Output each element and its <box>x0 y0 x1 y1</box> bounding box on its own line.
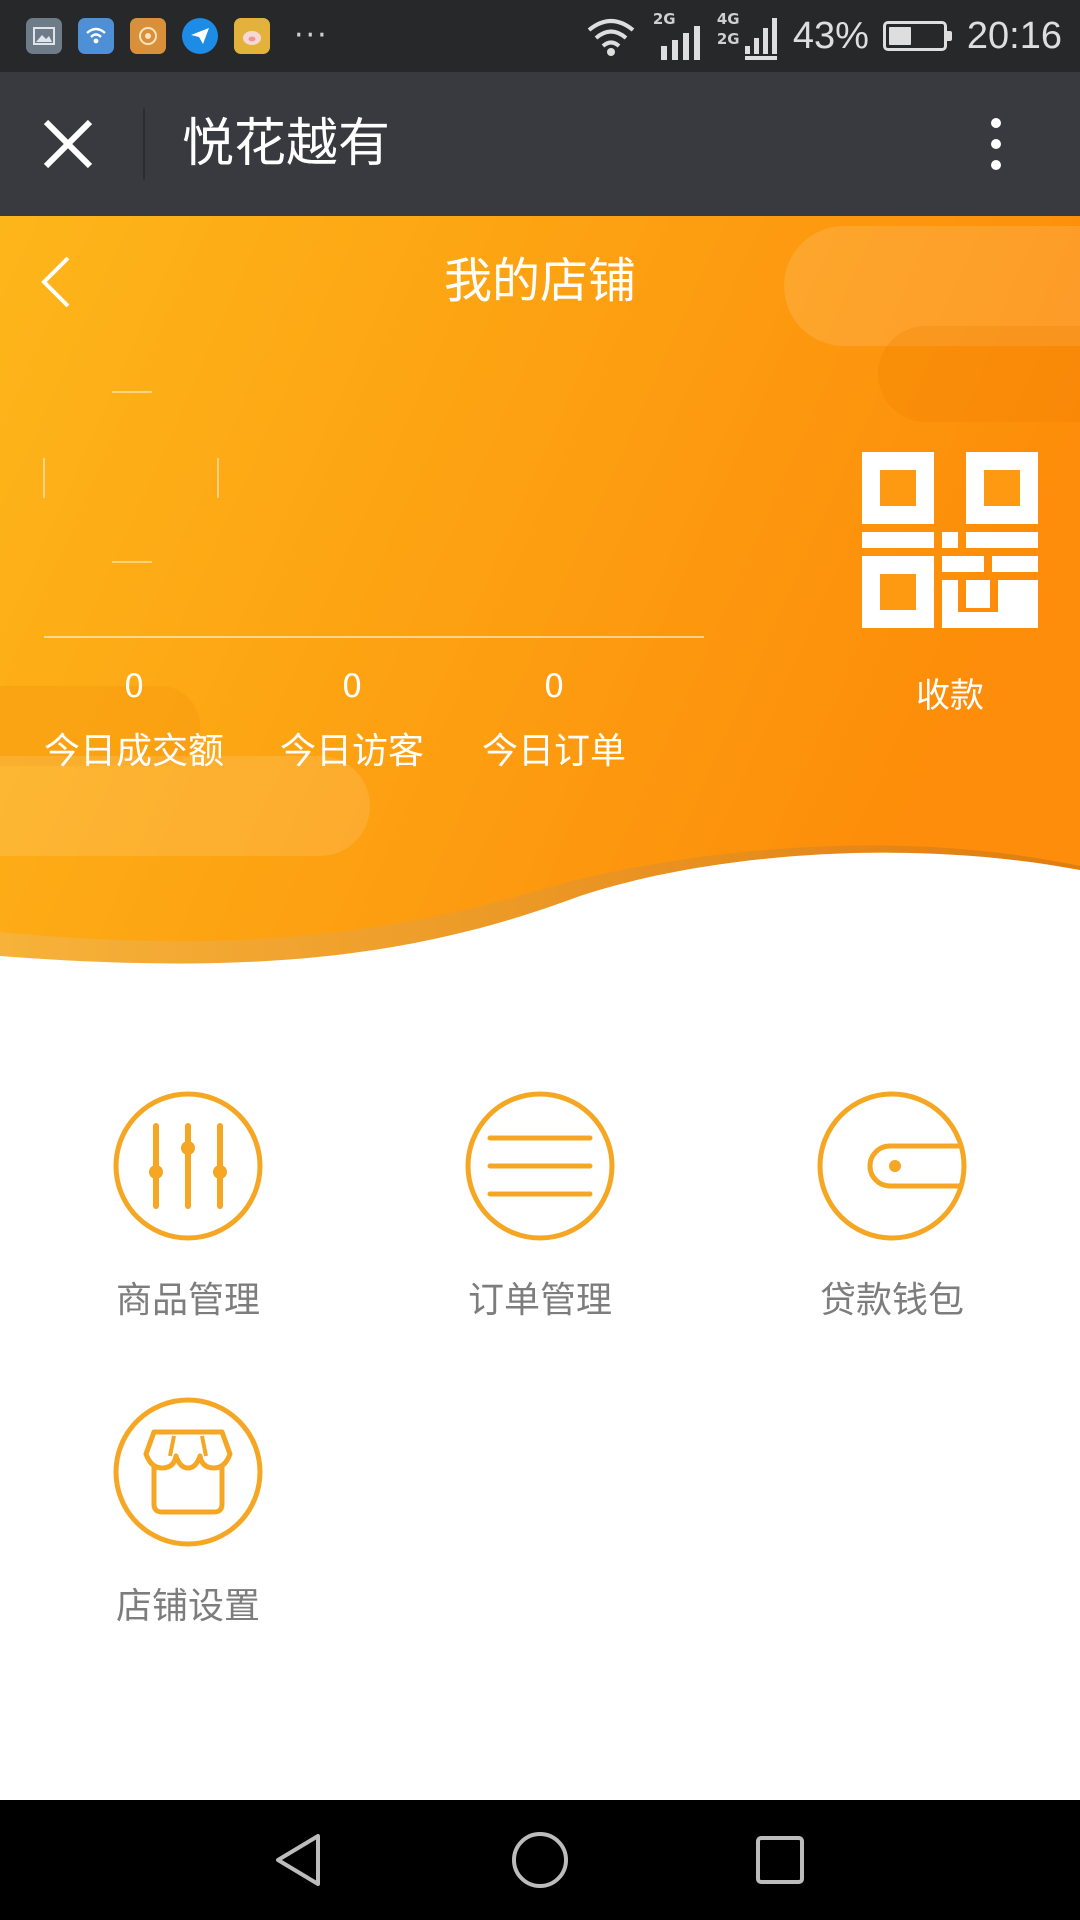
store-logo-placeholder <box>43 391 219 563</box>
menu-loan-wallet[interactable]: 贷款钱包 <box>762 1090 1022 1326</box>
menu-label: 商品管理 <box>115 1280 260 1321</box>
more-vertical-icon[interactable] <box>980 108 1012 180</box>
gallery-icon <box>26 18 62 54</box>
stat-value: 0 <box>543 667 565 705</box>
clock: 20:16 <box>966 14 1062 57</box>
collect-payment-label[interactable]: 收款 <box>862 656 1038 736</box>
stat-label: 今日订单 <box>481 731 626 772</box>
battery-level <box>888 27 912 45</box>
stats-divider <box>44 636 704 638</box>
app-icon <box>130 18 166 54</box>
store-header: 我的店铺 0 今日成交额 0 今日访客 0 今日订单 收款 <box>0 216 1080 976</box>
status-indicators: 2G 4G 2G 43% 20:16 <box>583 10 1062 62</box>
recents-square-icon[interactable] <box>750 1830 810 1890</box>
menu-label: 店铺设置 <box>115 1586 260 1627</box>
wifi-icon <box>587 19 635 56</box>
menu-label: 贷款钱包 <box>819 1280 964 1321</box>
title-bar: 悦花越有 <box>0 72 1080 216</box>
back-triangle-icon[interactable] <box>270 1830 330 1890</box>
menu-store-settings[interactable]: 店铺设置 <box>58 1396 318 1632</box>
signal-2g-icon: 2G <box>653 10 703 60</box>
status-bar: ··· 2G 4G 2G 43% 20:16 <box>0 0 1080 72</box>
system-nav-bar <box>0 1800 1080 1920</box>
qr-code-icon[interactable] <box>862 452 1038 628</box>
pig-app-icon <box>234 18 270 54</box>
notification-icons: ··· <box>26 18 329 54</box>
wifi-share-icon <box>78 18 114 54</box>
close-icon[interactable] <box>40 116 96 172</box>
stat-label: 今日访客 <box>279 731 424 772</box>
stat-value: 0 <box>123 667 145 705</box>
battery-percent: 43% <box>792 14 869 57</box>
menu-order-management[interactable]: 订单管理 <box>410 1090 670 1326</box>
menu-label: 订单管理 <box>467 1280 612 1321</box>
wallet-icon <box>817 1091 967 1241</box>
title-divider <box>143 108 145 180</box>
stat-today-sales: 0 今日成交额 <box>36 656 232 788</box>
battery-icon <box>882 21 952 51</box>
storefront-icon <box>113 1397 263 1547</box>
home-circle-icon[interactable] <box>510 1830 570 1890</box>
stat-value: 0 <box>341 667 363 705</box>
page-title: 我的店铺 <box>443 253 636 309</box>
more-notifications: ··· <box>294 18 329 53</box>
app-title: 悦花越有 <box>182 114 391 174</box>
stat-label: 今日成交额 <box>43 731 224 772</box>
stat-today-orders: 0 今日订单 <box>474 656 634 788</box>
signal-4g-icon: 4G 2G <box>717 10 779 60</box>
message-icon <box>182 18 218 54</box>
sliders-icon <box>113 1091 263 1241</box>
menu-product-management[interactable]: 商品管理 <box>58 1090 318 1326</box>
list-icon <box>465 1091 615 1241</box>
stat-today-visitors: 0 今日访客 <box>272 656 432 788</box>
